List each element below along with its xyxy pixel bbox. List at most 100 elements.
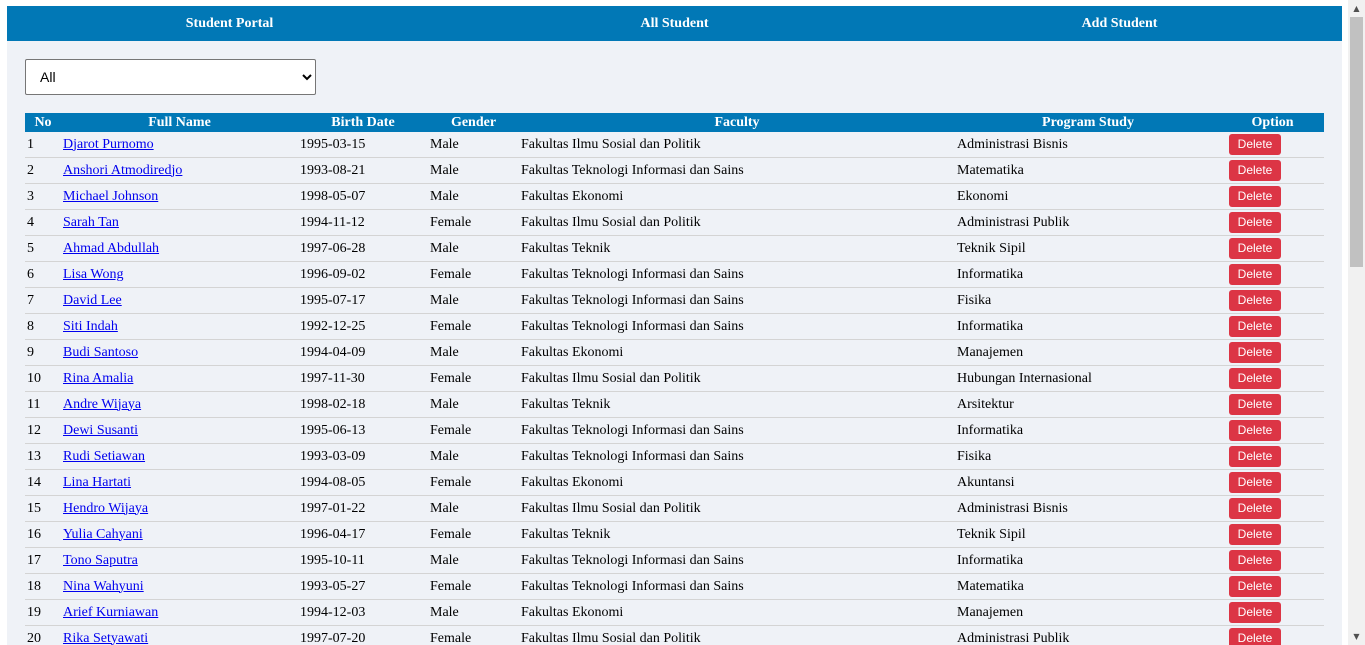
cell-program-study: Teknik Sipil <box>955 235 1221 262</box>
cell-no: 11 <box>25 391 61 418</box>
cell-birth-date: 1994-11-12 <box>298 209 428 236</box>
student-name-link[interactable]: Sarah Tan <box>63 215 119 230</box>
delete-button[interactable]: Delete <box>1229 628 1281 645</box>
delete-button[interactable]: Delete <box>1229 576 1281 597</box>
student-name-link[interactable]: Andre Wijaya <box>63 397 141 412</box>
cell-full-name: Arief Kurniawan <box>61 599 298 626</box>
student-name-link[interactable]: Lina Hartati <box>63 475 131 490</box>
cell-full-name: Lina Hartati <box>61 469 298 496</box>
table-row: 1 Djarot Purnomo 1995-03-15 Male Fakultas Il… <box>25 132 1324 158</box>
nav-all-student[interactable]: All Student <box>452 16 897 32</box>
delete-button[interactable]: Delete <box>1229 238 1281 259</box>
delete-button[interactable]: Delete <box>1229 550 1281 571</box>
cell-full-name: Budi Santoso <box>61 339 298 366</box>
student-name-link[interactable]: Siti Indah <box>63 319 118 334</box>
cell-program-study: Ekonomi <box>955 183 1221 210</box>
student-name-link[interactable]: Anshori Atmodiredjo <box>63 163 182 178</box>
student-table: No Full Name Birth Date Gender Faculty P… <box>25 113 1324 645</box>
table-row: 10 Rina Amalia 1997-11-30 Female Fakultas Il… <box>25 365 1324 392</box>
scrollbar-thumb[interactable] <box>1350 17 1363 267</box>
cell-birth-date: 1994-04-09 <box>298 339 428 366</box>
cell-no: 4 <box>25 209 61 236</box>
delete-button[interactable]: Delete <box>1229 134 1281 155</box>
delete-button[interactable]: Delete <box>1229 186 1281 207</box>
delete-button[interactable]: Delete <box>1229 342 1281 363</box>
cell-birth-date: 1995-10-11 <box>298 547 428 574</box>
cell-faculty: Fakultas Teknologi Informasi dan Sains <box>519 287 955 314</box>
delete-button[interactable]: Delete <box>1229 602 1281 623</box>
table-row: 20 Rika Setyawati 1997-07-20 Female Fakultas… <box>25 625 1324 645</box>
delete-button[interactable]: Delete <box>1229 368 1281 389</box>
cell-full-name: Hendro Wijaya <box>61 495 298 522</box>
vertical-scrollbar[interactable]: ▲ ▼ <box>1348 0 1365 645</box>
cell-birth-date: 1995-03-15 <box>298 132 428 158</box>
student-name-link[interactable]: Dewi Susanti <box>63 423 138 438</box>
faculty-filter-select[interactable]: All <box>25 59 316 95</box>
cell-full-name: Michael Johnson <box>61 183 298 210</box>
cell-program-study: Manajemen <box>955 339 1221 366</box>
student-name-link[interactable]: Rina Amalia <box>63 371 133 386</box>
student-name-link[interactable]: Hendro Wijaya <box>63 501 148 516</box>
student-name-link[interactable]: Lisa Wong <box>63 267 123 282</box>
cell-option: Delete <box>1221 339 1324 366</box>
cell-birth-date: 1992-12-25 <box>298 313 428 340</box>
cell-full-name: Anshori Atmodiredjo <box>61 157 298 184</box>
delete-button[interactable]: Delete <box>1229 446 1281 467</box>
cell-full-name: Rika Setyawati <box>61 625 298 645</box>
student-name-link[interactable]: Nina Wahyuni <box>63 579 144 594</box>
delete-button[interactable]: Delete <box>1229 472 1281 493</box>
nav-student-portal[interactable]: Student Portal <box>7 16 452 32</box>
table-row: 15 Hendro Wijaya 1997-01-22 Male Fakultas Il… <box>25 495 1324 522</box>
table-body: 1 Djarot Purnomo 1995-03-15 Male Fakultas Il… <box>25 132 1324 645</box>
cell-no: 15 <box>25 495 61 522</box>
student-name-link[interactable]: Djarot Purnomo <box>63 137 154 152</box>
cell-faculty: Fakultas Teknik <box>519 521 955 548</box>
cell-full-name: Ahmad Abdullah <box>61 235 298 262</box>
cell-full-name: Nina Wahyuni <box>61 573 298 600</box>
student-name-link[interactable]: Rudi Setiawan <box>63 449 145 464</box>
cell-program-study: Fisika <box>955 443 1221 470</box>
cell-program-study: Informatika <box>955 261 1221 288</box>
student-name-link[interactable]: Michael Johnson <box>63 189 158 204</box>
cell-faculty: Fakultas Ilmu Sosial dan Politik <box>519 209 955 236</box>
page-container: Student Portal All Student Add Student A… <box>7 6 1342 645</box>
table-row: 8 Siti Indah 1992-12-25 Female Fakultas Tekn… <box>25 313 1324 340</box>
table-row: 16 Yulia Cahyani 1996-04-17 Female Fakultas … <box>25 521 1324 548</box>
cell-no: 19 <box>25 599 61 626</box>
student-name-link[interactable]: Arief Kurniawan <box>63 605 158 620</box>
cell-no: 13 <box>25 443 61 470</box>
student-name-link[interactable]: Rika Setyawati <box>63 631 148 645</box>
delete-button[interactable]: Delete <box>1229 316 1281 337</box>
cell-option: Delete <box>1221 521 1324 548</box>
delete-button[interactable]: Delete <box>1229 394 1281 415</box>
nav-add-student[interactable]: Add Student <box>897 16 1342 32</box>
header-birth-date: Birth Date <box>298 113 428 132</box>
cell-program-study: Matematika <box>955 157 1221 184</box>
cell-birth-date: 1993-03-09 <box>298 443 428 470</box>
cell-faculty: Fakultas Teknologi Informasi dan Sains <box>519 547 955 574</box>
student-name-link[interactable]: Ahmad Abdullah <box>63 241 159 256</box>
cell-faculty: Fakultas Teknologi Informasi dan Sains <box>519 261 955 288</box>
delete-button[interactable]: Delete <box>1229 524 1281 545</box>
student-name-link[interactable]: Budi Santoso <box>63 345 138 360</box>
cell-option: Delete <box>1221 417 1324 444</box>
cell-program-study: Administrasi Bisnis <box>955 132 1221 158</box>
delete-button[interactable]: Delete <box>1229 290 1281 311</box>
delete-button[interactable]: Delete <box>1229 212 1281 233</box>
chevron-up-icon[interactable]: ▲ <box>1348 0 1365 17</box>
cell-program-study: Administrasi Publik <box>955 209 1221 236</box>
table-row: 18 Nina Wahyuni 1993-05-27 Female Fakultas T… <box>25 573 1324 600</box>
delete-button[interactable]: Delete <box>1229 498 1281 519</box>
student-name-link[interactable]: David Lee <box>63 293 122 308</box>
cell-no: 9 <box>25 339 61 366</box>
cell-no: 8 <box>25 313 61 340</box>
delete-button[interactable]: Delete <box>1229 160 1281 181</box>
cell-birth-date: 1998-02-18 <box>298 391 428 418</box>
cell-option: Delete <box>1221 625 1324 645</box>
cell-program-study: Arsitektur <box>955 391 1221 418</box>
chevron-down-icon[interactable]: ▼ <box>1348 628 1365 645</box>
student-name-link[interactable]: Yulia Cahyani <box>63 527 143 542</box>
student-name-link[interactable]: Tono Saputra <box>63 553 138 568</box>
delete-button[interactable]: Delete <box>1229 264 1281 285</box>
delete-button[interactable]: Delete <box>1229 420 1281 441</box>
